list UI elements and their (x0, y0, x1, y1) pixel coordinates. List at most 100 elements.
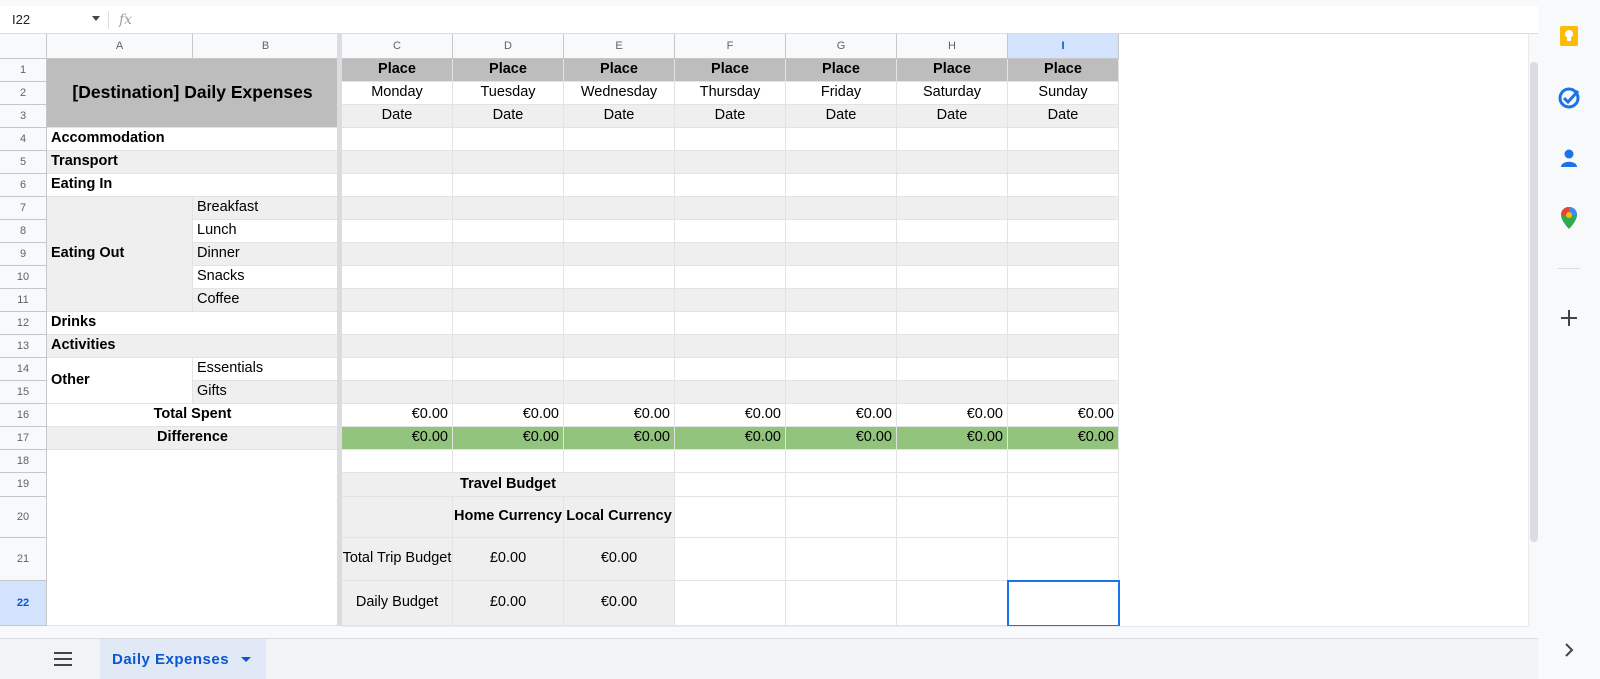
chevron-down-icon[interactable] (92, 16, 100, 21)
empty-cell[interactable] (786, 473, 897, 497)
expense-cell[interactable] (675, 335, 786, 358)
column-header-i[interactable]: I (1008, 34, 1119, 59)
subcategory-label[interactable]: Snacks (193, 266, 339, 289)
maps-icon[interactable] (1557, 206, 1581, 230)
expense-cell[interactable] (675, 174, 786, 197)
total-spent-value[interactable]: €0.00 (675, 404, 786, 427)
home-currency-header[interactable]: Home Currency (453, 497, 564, 538)
row-header-22[interactable]: 22 (0, 581, 47, 626)
category-activities[interactable]: Activities (47, 335, 339, 358)
empty-cell[interactable] (897, 450, 1008, 473)
difference-value[interactable]: €0.00 (786, 427, 897, 450)
all-sheets-menu-icon[interactable] (54, 652, 72, 666)
expense-cell[interactable] (786, 151, 897, 174)
budget-title[interactable]: Travel Budget (342, 473, 675, 497)
expense-cell[interactable] (564, 289, 675, 312)
expense-cell[interactable] (342, 312, 453, 335)
row-header-19[interactable]: 19 (0, 473, 47, 497)
expense-cell[interactable] (342, 335, 453, 358)
expense-cell[interactable] (564, 220, 675, 243)
row-header-13[interactable]: 13 (0, 335, 47, 358)
frozen-column-divider[interactable] (337, 34, 342, 626)
sheet-tab-daily-expenses[interactable]: Daily Expenses (100, 639, 266, 679)
expense-cell[interactable] (453, 128, 564, 151)
expense-cell[interactable] (564, 243, 675, 266)
expense-cell[interactable] (786, 289, 897, 312)
formula-input[interactable] (132, 6, 1538, 33)
day-place-cell[interactable]: Place (453, 59, 564, 82)
difference-value[interactable]: €0.00 (897, 427, 1008, 450)
expense-cell[interactable] (897, 243, 1008, 266)
expense-cell[interactable] (564, 174, 675, 197)
expense-cell[interactable] (564, 128, 675, 151)
row-header-3[interactable]: 3 (0, 105, 47, 128)
row-header-11[interactable]: 11 (0, 289, 47, 312)
expense-cell[interactable] (1008, 220, 1119, 243)
contacts-icon[interactable] (1557, 146, 1581, 170)
column-header-b[interactable]: B (193, 34, 339, 59)
chevron-right-icon[interactable] (1557, 638, 1581, 662)
empty-cell[interactable] (1008, 450, 1119, 473)
expense-cell[interactable] (342, 381, 453, 404)
expense-cell[interactable] (897, 174, 1008, 197)
expense-cell[interactable] (342, 174, 453, 197)
total-spent-value[interactable]: €0.00 (564, 404, 675, 427)
expense-cell[interactable] (675, 151, 786, 174)
expense-cell[interactable] (342, 151, 453, 174)
name-box[interactable]: I22 (0, 6, 108, 33)
expense-cell[interactable] (897, 128, 1008, 151)
row-header-16[interactable]: 16 (0, 404, 47, 427)
row-header-6[interactable]: 6 (0, 174, 47, 197)
row-header-8[interactable]: 8 (0, 220, 47, 243)
expense-cell[interactable] (1008, 381, 1119, 404)
row-header-10[interactable]: 10 (0, 266, 47, 289)
expense-cell[interactable] (675, 289, 786, 312)
day-date-cell[interactable]: Date (675, 105, 786, 128)
expense-cell[interactable] (1008, 289, 1119, 312)
day-place-cell[interactable]: Place (564, 59, 675, 82)
expense-cell[interactable] (453, 174, 564, 197)
difference-value[interactable]: €0.00 (675, 427, 786, 450)
expense-cell[interactable] (786, 197, 897, 220)
row-header-7[interactable]: 7 (0, 197, 47, 220)
expense-cell[interactable] (897, 220, 1008, 243)
expense-cell[interactable] (453, 289, 564, 312)
expense-cell[interactable] (342, 289, 453, 312)
expense-cell[interactable] (897, 358, 1008, 381)
expense-cell[interactable] (897, 266, 1008, 289)
day-name-cell[interactable]: Tuesday (453, 82, 564, 105)
column-header-f[interactable]: F (675, 34, 786, 59)
expense-cell[interactable] (675, 197, 786, 220)
expense-cell[interactable] (564, 312, 675, 335)
empty-cell[interactable] (675, 538, 786, 581)
day-name-cell[interactable]: Friday (786, 82, 897, 105)
empty-cell[interactable] (897, 581, 1008, 626)
day-date-cell[interactable]: Date (564, 105, 675, 128)
expense-cell[interactable] (1008, 151, 1119, 174)
day-date-cell[interactable]: Date (342, 105, 453, 128)
empty-cell[interactable] (675, 450, 786, 473)
expense-cell[interactable] (786, 381, 897, 404)
empty-cell[interactable] (1008, 538, 1119, 581)
expense-cell[interactable] (675, 358, 786, 381)
row-header-9[interactable]: 9 (0, 243, 47, 266)
difference-value[interactable]: €0.00 (453, 427, 564, 450)
expense-cell[interactable] (564, 266, 675, 289)
column-header-e[interactable]: E (564, 34, 675, 59)
empty-cell[interactable] (47, 450, 339, 626)
daily-budget-label[interactable]: Daily Budget (342, 581, 453, 626)
total-spent-value[interactable]: €0.00 (786, 404, 897, 427)
expense-cell[interactable] (564, 151, 675, 174)
total-spent-value[interactable]: €0.00 (342, 404, 453, 427)
empty-cell[interactable] (786, 450, 897, 473)
subcategory-label[interactable]: Lunch (193, 220, 339, 243)
spreadsheet-grid[interactable]: A B C D E F G H I 1 2 3 4 5 6 7 8 9 10 11 12 13 14 15 16 17 18 19 20… (0, 34, 1538, 626)
day-date-cell[interactable]: Date (1008, 105, 1119, 128)
expense-cell[interactable] (564, 381, 675, 404)
subcategory-label[interactable]: Breakfast (193, 197, 339, 220)
empty-cell[interactable] (786, 581, 897, 626)
row-header-12[interactable]: 12 (0, 312, 47, 335)
expense-cell[interactable] (675, 312, 786, 335)
expense-cell[interactable] (453, 220, 564, 243)
expense-cell[interactable] (786, 358, 897, 381)
